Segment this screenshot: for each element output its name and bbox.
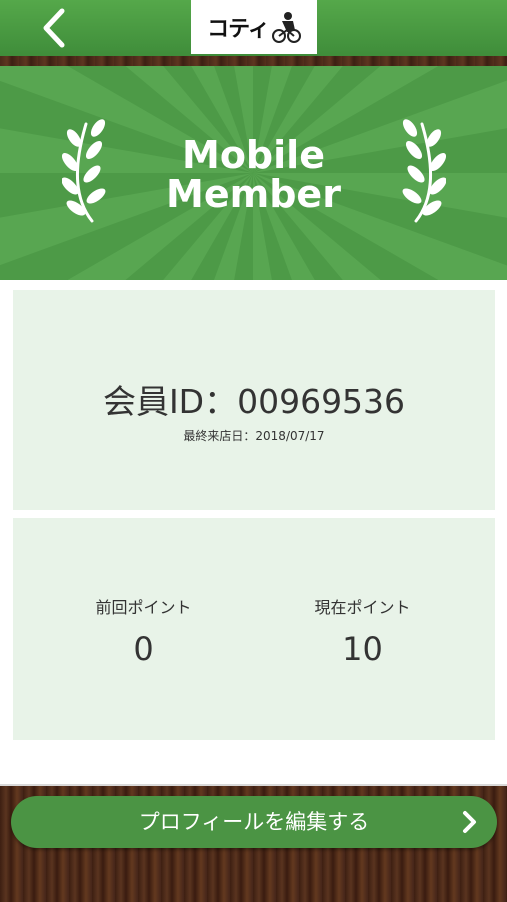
hero-title: Mobile Member	[0, 136, 507, 214]
wood-divider	[0, 56, 507, 66]
edit-profile-button[interactable]: プロフィールを編集する	[11, 796, 497, 848]
previous-points-value: 0	[133, 630, 154, 668]
last-visit-date: 最終来店日：2018/07/17	[183, 429, 325, 443]
member-id-card: 会員ID：00969536 最終来店日：2018/07/17	[13, 290, 495, 510]
back-button[interactable]	[30, 6, 78, 50]
points-card: 前回ポイント 0 現在ポイント 10	[13, 518, 495, 740]
chevron-left-icon	[43, 8, 65, 48]
hero-title-line2: Member	[166, 172, 341, 216]
previous-points-label: 前回ポイント	[95, 598, 192, 617]
mobile-member-banner: Mobile Member	[0, 66, 507, 280]
cyclist-icon	[271, 12, 301, 43]
current-points-value: 10	[342, 630, 383, 668]
logo-text: コティ	[207, 17, 270, 42]
edit-profile-label: プロフィールを編集する	[138, 810, 370, 834]
hero-title-line1: Mobile	[182, 133, 325, 177]
member-id: 会員ID：00969536	[102, 382, 406, 421]
chevron-right-icon	[463, 811, 476, 833]
current-points-label: 現在ポイント	[314, 598, 411, 617]
app-logo: コティ	[191, 0, 317, 54]
